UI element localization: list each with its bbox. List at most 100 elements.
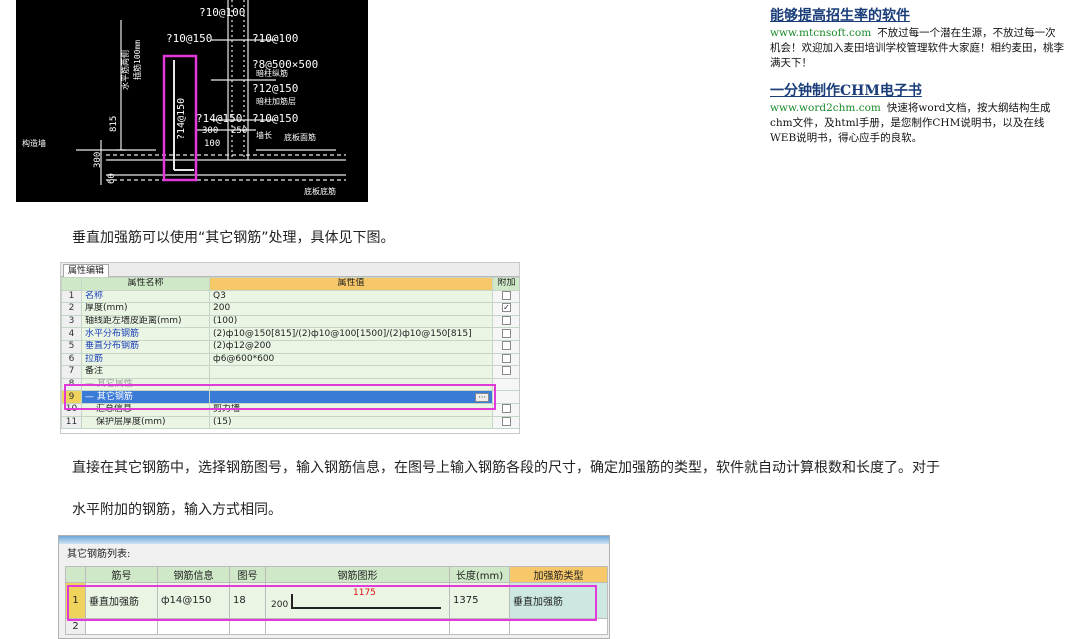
cad-label: 水平筋两侧 [120, 50, 130, 90]
table-row[interactable]: 8 — 其它属性 [61, 377, 519, 392]
extra-checkbox[interactable] [502, 291, 511, 300]
bar-shape-cell[interactable] [265, 618, 450, 635]
extra-checkbox[interactable] [502, 328, 511, 338]
figure-no-cell[interactable] [229, 618, 266, 635]
cad-label: 60 [107, 173, 117, 184]
property-value[interactable]: 200 [209, 302, 493, 316]
figure-no-cell[interactable]: 18 [229, 582, 266, 619]
bar-name-cell[interactable] [85, 618, 158, 635]
bar-shape-drawing: 200 1175 [269, 584, 446, 618]
ad-url-link[interactable]: www.word2chm.com [770, 102, 881, 114]
cad-label: ?10@150 [166, 32, 212, 45]
header-bar-no: 筋号 [85, 566, 158, 583]
ad-title-link[interactable]: 一分钟制作CHM电子书 [770, 81, 1066, 101]
sidebar-ads: 能够提高招生率的软件 www.mtcnsoft.com 不放过每一个潜在生源，不放… [770, 6, 1066, 156]
bar-info-cell[interactable] [157, 618, 230, 635]
row-number: 10 [61, 402, 82, 417]
ad-url-link[interactable]: www.mtcnsoft.com [770, 27, 871, 39]
property-name: 汇总信息 [81, 402, 210, 417]
row-number: 4 [61, 327, 82, 341]
property-name: — 其它钢筋 [81, 390, 210, 404]
extra-checkbox[interactable] [502, 341, 511, 351]
property-name: 垂直分布钢筋 [81, 339, 210, 354]
property-value[interactable]: (100) [209, 314, 493, 329]
property-value[interactable]: (15) [209, 415, 493, 430]
property-value [209, 377, 493, 392]
row-number: 1 [65, 582, 86, 619]
window-titlebar [59, 536, 609, 544]
cad-label: 底板面筋 [284, 132, 316, 142]
cad-label: ?10@100 [252, 32, 298, 45]
paragraph-instructions: 直接在其它钢筋中，选择钢筋图号，输入钢筋信息，在图号上输入钢筋各段的尺寸，确定加… [72, 460, 940, 476]
table-row[interactable]: 3 轴线距左墙皮距离(mm) (100) [61, 314, 519, 329]
cad-label: 300 [202, 126, 218, 136]
property-value[interactable]: ф6@600*600 [209, 352, 493, 367]
cad-label: 暗柱纵筋 [256, 68, 288, 78]
cad-drawing-image: ?10@100 ?10@100 ?8@500×500 ?12@150 ?10@1… [16, 0, 368, 202]
extra-checkbox[interactable] [502, 354, 511, 363]
property-group-toggle[interactable]: — 其它属性 [81, 377, 210, 392]
table-row[interactable]: 1 名称 Q3 [61, 289, 519, 304]
cad-label: 300 [93, 152, 103, 168]
header-num [65, 566, 86, 583]
cad-label: 构造墙 [22, 138, 46, 148]
row-number: 3 [61, 314, 82, 329]
property-value[interactable]: 剪力墙 [209, 402, 493, 417]
table-row[interactable]: 4 水平分布钢筋 (2)ф10@150[815]/(2)ф10@100[1500… [61, 327, 519, 341]
bar-name-cell[interactable]: 垂直加强筋 [85, 582, 158, 619]
ad-title-link[interactable]: 能够提高招生率的软件 [770, 6, 1066, 26]
shape-dim-main[interactable]: 1175 [353, 588, 376, 598]
header-bar-shape: 钢筋图形 [265, 566, 450, 583]
row-number: 5 [61, 339, 82, 354]
header-name: 属性名称 [81, 277, 210, 291]
extra-checkbox[interactable] [502, 316, 511, 326]
table-row[interactable]: 6 拉筋 ф6@600*600 [61, 352, 519, 367]
bar-info-cell[interactable]: ф14@150 [157, 582, 230, 619]
shape-dim-left[interactable]: 200 [271, 600, 288, 610]
row-number: 7 [61, 365, 82, 379]
paragraph-intro: 垂直加强筋可以使用“其它钢筋”处理，具体见下图。 [72, 230, 395, 246]
property-name: 厚度(mm) [81, 302, 210, 316]
cad-label: 底板底筋 [304, 186, 336, 196]
table-row[interactable]: 10 汇总信息 剪力墙 [61, 402, 519, 417]
other-rebar-list-screenshot: 其它钢筋列表: 筋号 钢筋信息 图号 钢筋图形 长度(mm) 加强筋类型 1 垂… [58, 535, 610, 639]
ellipsis-button[interactable]: ··· [475, 393, 489, 403]
reinforce-type-cell[interactable] [509, 618, 608, 635]
table-row[interactable]: 1 垂直加强筋 ф14@150 18 200 1175 1375 垂直加强筋 [65, 582, 608, 619]
property-value[interactable] [209, 365, 493, 379]
rebar-list-title: 其它钢筋列表: [67, 549, 131, 560]
property-value[interactable]: ··· [209, 390, 493, 404]
cad-label: ?12@150 [252, 82, 298, 95]
extra-checkbox[interactable] [502, 366, 511, 376]
property-tabbar: 属性编辑 [61, 263, 519, 277]
header-bar-info: 钢筋信息 [157, 566, 230, 583]
row-number: 6 [61, 352, 82, 367]
property-name: 备注 [81, 365, 210, 379]
tab-property-edit[interactable]: 属性编辑 [63, 264, 110, 277]
paragraph-instructions-cont: 水平附加的钢筋，输入方式相同。 [72, 502, 282, 518]
header-num [61, 277, 82, 291]
table-row[interactable]: 2 [65, 618, 608, 635]
ad-item: 一分钟制作CHM电子书 www.word2chm.com 快速将word文档，按大… [770, 81, 1066, 146]
table-row-selected[interactable]: 9 — 其它钢筋 ··· [61, 390, 519, 404]
header-value: 属性值 [209, 277, 493, 291]
table-row[interactable]: 7 备注 [61, 365, 519, 379]
cad-label: ?10@100 [199, 6, 245, 19]
property-value[interactable]: (2)ф10@150[815]/(2)ф10@100[1500]/(2)ф10@… [209, 327, 493, 341]
extra-checkbox[interactable] [502, 417, 511, 426]
property-name: 水平分布钢筋 [81, 327, 210, 341]
bar-shape-cell[interactable]: 200 1175 [265, 582, 450, 619]
extra-checkbox[interactable] [502, 404, 511, 414]
table-row[interactable]: 11 保护层厚度(mm) (15) [61, 415, 519, 430]
extra-checkbox[interactable]: ✓ [502, 303, 511, 313]
reinforce-type-cell[interactable]: 垂直加强筋 [509, 582, 608, 619]
table-row[interactable]: 2 厚度(mm) 200 ✓ [61, 302, 519, 316]
row-number: 2 [65, 618, 86, 635]
table-row[interactable]: 5 垂直分布钢筋 (2)ф12@200 [61, 339, 519, 354]
ad-body: www.word2chm.com 快速将word文档，按大纲结构生成chm文件，及… [770, 101, 1066, 146]
property-value[interactable]: (2)ф12@200 [209, 339, 493, 354]
cad-label: 插筋100mm [132, 40, 142, 80]
property-value[interactable]: Q3 [209, 289, 493, 304]
property-name: 保护层厚度(mm) [81, 415, 210, 430]
row-number: 8 [61, 377, 82, 392]
